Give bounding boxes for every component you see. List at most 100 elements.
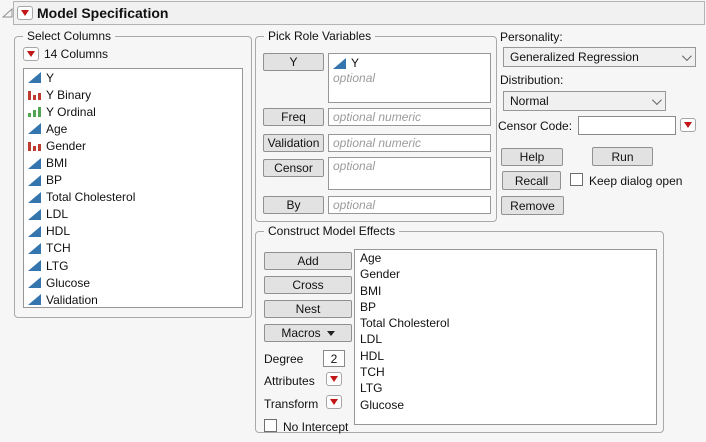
column-label: TCH: [46, 241, 71, 255]
continuous-column-icon: [28, 72, 41, 83]
model-effects-list[interactable]: AgeGenderBMIBPTotal CholesterolLDLHDLTCH…: [354, 249, 657, 425]
personality-select[interactable]: Generalized Regression: [503, 47, 696, 67]
censor-role-button[interactable]: Censor: [263, 159, 324, 177]
macros-dropdown-icon: [327, 331, 335, 336]
degree-input[interactable]: 2: [323, 350, 345, 367]
column-label: LDL: [46, 207, 68, 221]
pick-role-variables-panel: Pick Role Variables Y Y optional Freq op…: [255, 36, 497, 222]
effect-item[interactable]: Glucose: [355, 397, 656, 413]
columns-count-label: 14 Columns: [44, 47, 108, 61]
nest-button[interactable]: Nest: [264, 300, 352, 318]
outline-header: Model Specification: [13, 1, 705, 25]
censor-optional-placeholder: optional: [333, 159, 486, 174]
red-triangle-menu-button[interactable]: [17, 6, 33, 20]
y-role-box[interactable]: Y optional: [328, 53, 491, 103]
attributes-label: Attributes: [264, 374, 315, 388]
continuous-column-icon: [28, 243, 41, 254]
freq-optional-placeholder: optional numeric: [333, 110, 486, 125]
transform-menu-button[interactable]: [326, 395, 342, 409]
freq-role-button[interactable]: Freq: [263, 108, 324, 126]
effect-item[interactable]: Total Cholesterol: [355, 315, 656, 331]
censor-role-box[interactable]: optional: [328, 157, 491, 190]
effect-item[interactable]: BP: [355, 299, 656, 315]
censor-code-input[interactable]: [578, 116, 676, 135]
column-item[interactable]: LTG: [24, 257, 242, 274]
continuous-column-icon: [28, 175, 41, 186]
chevron-down-icon: [652, 95, 662, 105]
continuous-column-icon: [333, 58, 346, 69]
y-optional-placeholder: optional: [333, 71, 486, 86]
add-button[interactable]: Add: [264, 252, 352, 270]
continuous-column-icon: [28, 226, 41, 237]
no-intercept-checkbox[interactable]: [264, 419, 277, 432]
page-title: Model Specification: [37, 5, 168, 21]
column-item[interactable]: Gender: [24, 137, 242, 154]
effect-item[interactable]: Age: [355, 250, 656, 266]
by-role-button[interactable]: By: [263, 196, 324, 214]
column-label: Y Binary: [46, 88, 91, 102]
keep-dialog-open-checkbox[interactable]: [570, 173, 583, 186]
select-columns-legend: Select Columns: [23, 29, 115, 43]
y-variable-chip[interactable]: Y: [333, 55, 486, 71]
y-variable-label: Y: [351, 56, 359, 70]
remove-button[interactable]: Remove: [501, 196, 564, 215]
pick-roles-legend: Pick Role Variables: [264, 29, 375, 43]
effect-item[interactable]: LTG: [355, 380, 656, 396]
column-item[interactable]: Glucose: [24, 274, 242, 291]
column-label: Validation: [46, 293, 98, 307]
continuous-column-icon: [28, 294, 41, 305]
effect-item[interactable]: BMI: [355, 283, 656, 299]
column-label: Y Ordinal: [46, 105, 96, 119]
effect-item[interactable]: TCH: [355, 364, 656, 380]
effect-item[interactable]: LDL: [355, 331, 656, 347]
cross-button[interactable]: Cross: [264, 276, 352, 294]
columns-filter-menu-button[interactable]: [23, 47, 39, 61]
column-item[interactable]: Validation: [24, 291, 242, 308]
column-item[interactable]: HDL: [24, 223, 242, 240]
column-label: Gender: [46, 139, 86, 153]
nominal-column-icon: [28, 140, 41, 151]
help-button[interactable]: Help: [501, 148, 563, 166]
column-item[interactable]: Age: [24, 120, 242, 137]
column-item[interactable]: BP: [24, 172, 242, 189]
column-label: Y: [46, 71, 54, 85]
validation-role-button[interactable]: Validation: [263, 134, 324, 152]
column-item[interactable]: Y: [24, 69, 242, 86]
column-item[interactable]: Total Cholesterol: [24, 189, 242, 206]
effect-item[interactable]: Gender: [355, 266, 656, 282]
recall-button[interactable]: Recall: [502, 171, 561, 190]
no-intercept-label: No Intercept: [283, 420, 348, 434]
distribution-select[interactable]: Normal: [503, 91, 666, 111]
column-item[interactable]: Y Ordinal: [24, 103, 242, 120]
freq-role-box[interactable]: optional numeric: [328, 108, 491, 126]
continuous-column-icon: [28, 209, 41, 220]
distribution-label: Distribution:: [500, 73, 563, 87]
by-optional-placeholder: optional: [333, 198, 486, 213]
select-columns-panel: Select Columns 14 Columns YY BinaryY Ord…: [14, 36, 252, 318]
personality-label: Personality:: [500, 30, 563, 44]
effect-item[interactable]: HDL: [355, 348, 656, 364]
by-role-box[interactable]: optional: [328, 196, 491, 214]
nominal-column-icon: [28, 89, 41, 100]
column-item[interactable]: Y Binary: [24, 86, 242, 103]
validation-role-box[interactable]: optional numeric: [328, 134, 491, 152]
column-label: Age: [46, 122, 67, 136]
run-button[interactable]: Run: [592, 147, 653, 166]
continuous-column-icon: [28, 192, 41, 203]
column-label: HDL: [46, 224, 70, 238]
chevron-down-icon: [682, 51, 692, 61]
censor-code-menu-button[interactable]: [680, 118, 696, 132]
continuous-column-icon: [28, 123, 41, 134]
disclosure-triangle-icon[interactable]: [2, 7, 13, 21]
column-item[interactable]: LDL: [24, 206, 242, 223]
macros-label: Macros: [281, 326, 320, 340]
column-item[interactable]: BMI: [24, 154, 242, 171]
attributes-menu-button[interactable]: [326, 372, 342, 386]
degree-label: Degree: [264, 352, 303, 366]
column-item[interactable]: TCH: [24, 240, 242, 257]
macros-button[interactable]: Macros: [264, 324, 352, 342]
y-role-button[interactable]: Y: [263, 53, 324, 71]
model-effects-legend: Construct Model Effects: [264, 224, 399, 238]
ordinal-column-icon: [28, 106, 41, 117]
select-columns-list[interactable]: Y Y Binary Y Ordinal Age GenderBMIBPTotal Ch…: [23, 68, 243, 308]
